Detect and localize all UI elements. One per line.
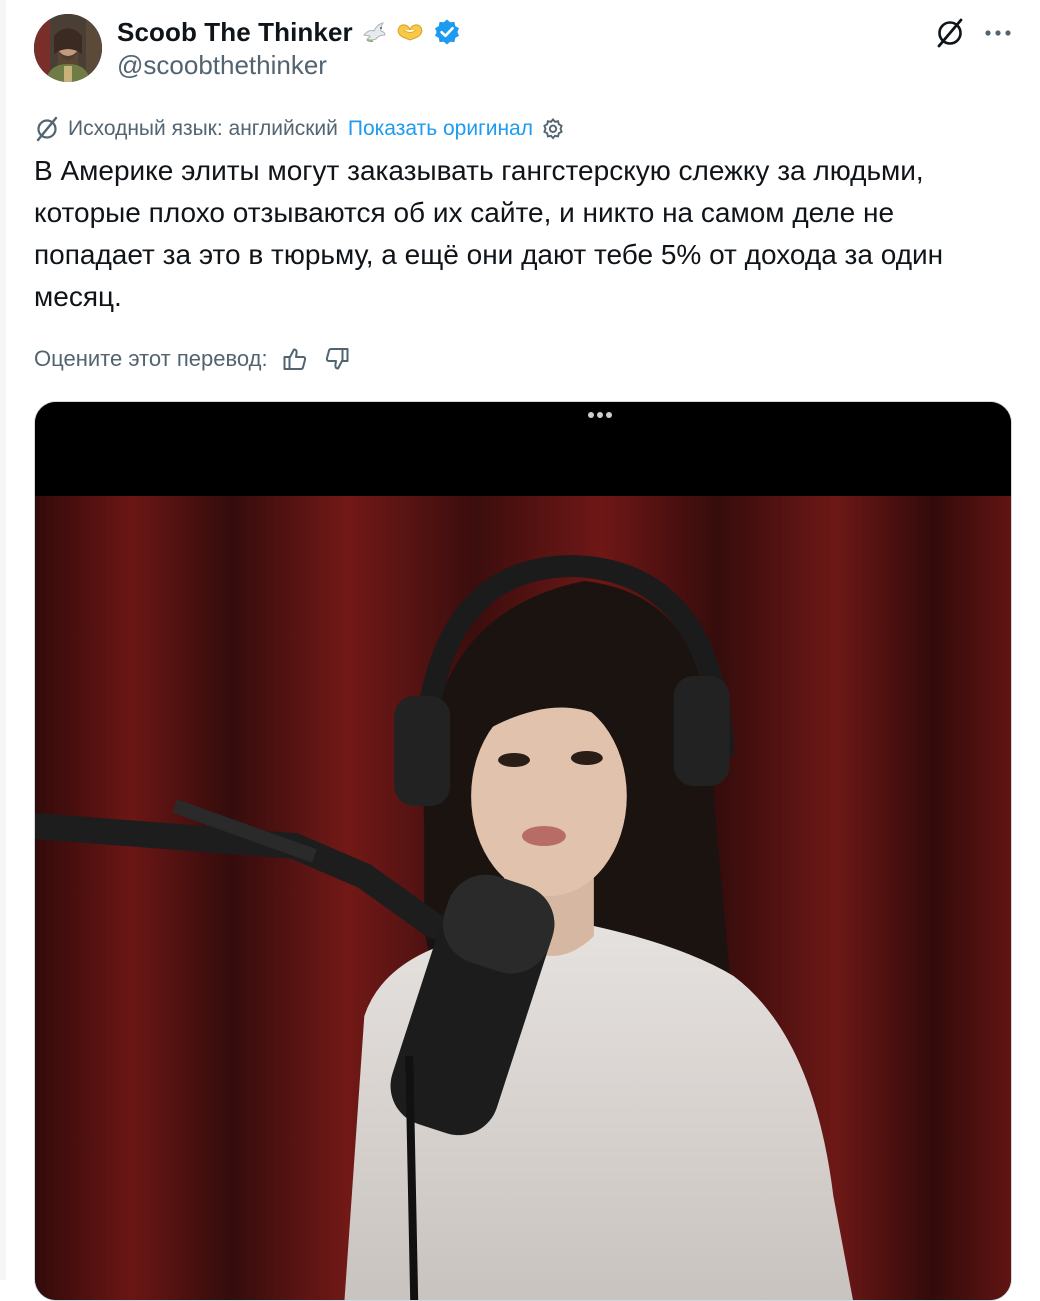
more-button[interactable] — [978, 15, 1018, 51]
source-language-label: Исходный язык: английский — [68, 117, 338, 140]
avatar-image — [34, 14, 102, 82]
tweet-text: В Америке элиты могут заказывать гангсте… — [34, 155, 944, 312]
translate-icon — [36, 116, 58, 142]
video-still-image — [35, 496, 1011, 1300]
video-frame[interactable] — [35, 496, 1011, 1300]
more-icon — [985, 30, 1011, 36]
grok-icon — [937, 18, 963, 48]
more-dots-icon[interactable] — [585, 412, 615, 422]
translation-indicator: Исходный язык: английский Показать ориги… — [34, 113, 565, 145]
dove-emoji — [361, 19, 387, 45]
verified-badge-icon — [433, 18, 461, 46]
thumbs-up-icon — [283, 348, 306, 370]
author-handle[interactable]: @scoobthethinker — [117, 50, 327, 81]
author-display-name[interactable]: Scoob The Thinker — [117, 17, 353, 48]
thumbs-down-icon — [325, 348, 349, 370]
show-original-link[interactable]: Показать оригинал — [348, 117, 533, 141]
grok-button[interactable] — [932, 15, 968, 51]
avatar[interactable] — [34, 14, 102, 82]
thumbs-down-button[interactable] — [322, 344, 352, 374]
left-divider — [0, 0, 6, 1280]
media-top-bar — [35, 402, 1011, 496]
rate-translation: Оцените этот перевод: — [34, 341, 352, 377]
gear-icon[interactable] — [541, 117, 565, 141]
heart-hands-emoji — [395, 19, 425, 45]
rate-translation-label: Оцените этот перевод: — [34, 346, 268, 371]
author-name-row: Scoob The Thinker — [117, 14, 461, 50]
thumbs-up-button[interactable] — [280, 344, 310, 374]
tweet-media[interactable] — [34, 401, 1012, 1301]
